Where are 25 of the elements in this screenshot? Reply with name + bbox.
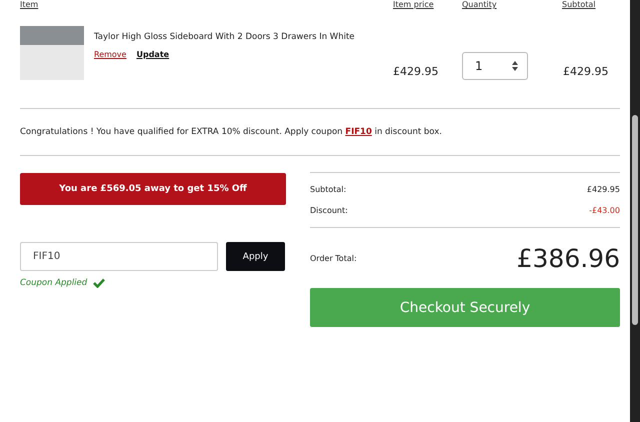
- update-link[interactable]: Update: [136, 50, 170, 59]
- summary-value: -£43.00: [589, 206, 620, 215]
- coupon-input[interactable]: FIF10: [20, 242, 218, 271]
- column-header[interactable]: Item: [20, 0, 393, 10]
- coupon-status: Coupon Applied: [20, 278, 88, 288]
- scrollbar[interactable]: [630, 0, 640, 422]
- promo-message: Congratulations ! You have qualified for EXTRA 10% discount. Apply coupon FIF10 in discount box.: [20, 126, 443, 139]
- remove-link[interactable]: Remove: [94, 50, 126, 59]
- summary-label: Discount:: [310, 206, 348, 215]
- apply-button[interactable]: Apply: [226, 242, 285, 271]
- summary-value: £429.95: [586, 185, 620, 194]
- product-name[interactable]: Taylor High Gloss Sideboard With 2 Doors 3 Drawers In White: [94, 32, 355, 42]
- summary-label: Subtotal:: [310, 185, 346, 194]
- item-price: £429.95: [393, 65, 440, 78]
- stepper-icon[interactable]: [511, 60, 519, 72]
- checkmark-icon: [93, 278, 106, 288]
- column-header[interactable]: Subtotal: [562, 0, 610, 10]
- quantity-field[interactable]: 1: [462, 52, 528, 80]
- item-subtotal: £429.95: [563, 65, 610, 78]
- column-header[interactable]: Item price: [393, 0, 462, 10]
- discount-threshold-banner: You are £569.05 away to get 15% Off: [20, 173, 286, 205]
- column-header[interactable]: Quantity: [462, 0, 562, 10]
- order-total-value: £386.96: [516, 244, 620, 272]
- order-total-label: Order Total:: [310, 254, 357, 262]
- photo-placeholder: [20, 26, 84, 80]
